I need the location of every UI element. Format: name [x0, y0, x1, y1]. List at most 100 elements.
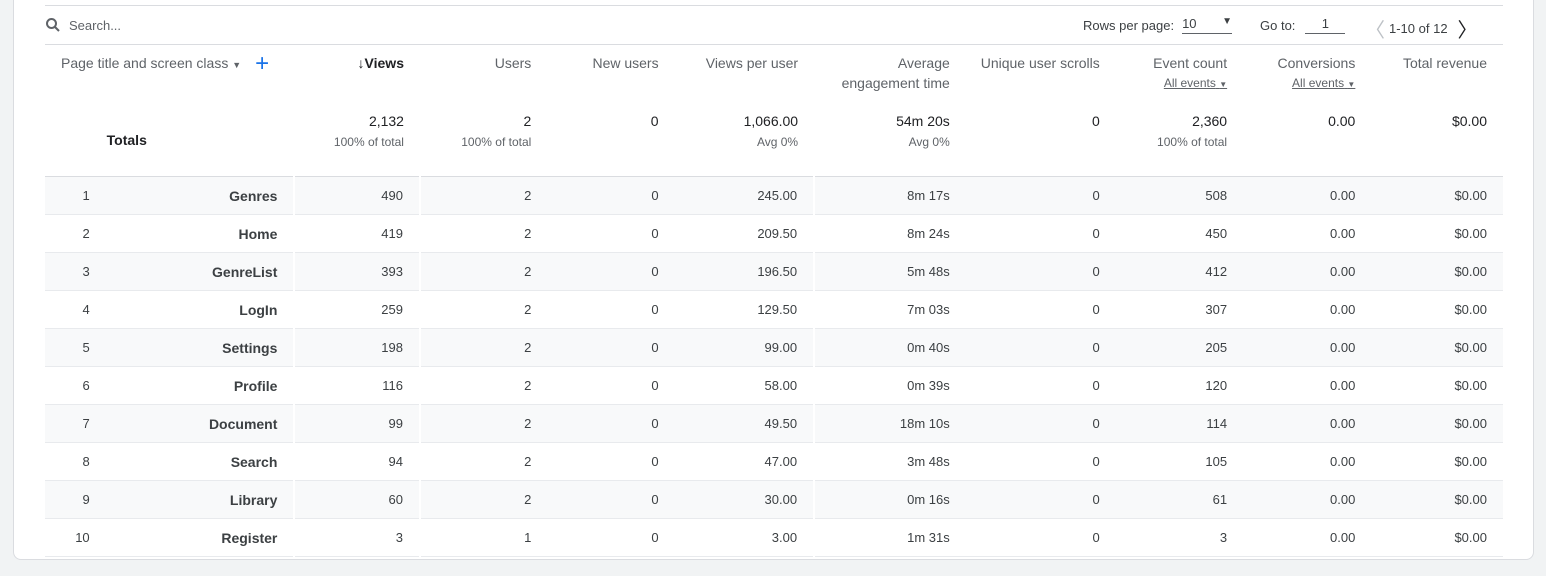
chevron-left-icon[interactable]: 〈 — [1365, 14, 1385, 43]
avg-engagement-label-2: engagement time — [841, 75, 950, 91]
total-avg-value: 54m 20s — [896, 113, 950, 129]
row-number-cell: 3 — [45, 252, 106, 291]
page-title-cell[interactable]: LogIn — [105, 290, 295, 329]
conversions-cell: 0.00 — [1243, 328, 1372, 367]
row-number-cell: 8 — [45, 442, 106, 481]
revenue-cell: $0.00 — [1371, 404, 1503, 443]
sort-down-icon: ↓ — [357, 55, 365, 71]
totals-row: Totals 2,132 100% of total 2 100% of total… — [45, 105, 1503, 177]
revenue-cell: $0.00 — [1371, 442, 1503, 481]
chevron-right-icon[interactable]: 〉 — [1458, 14, 1478, 43]
search-input[interactable]: Search... — [69, 18, 121, 33]
page-title-cell[interactable]: Register — [105, 518, 295, 557]
rows-per-page: Rows per page: 10 ▼ — [1083, 16, 1233, 34]
new-users-cell: 0 — [547, 214, 675, 253]
conversions-cell: 0.00 — [1243, 480, 1372, 519]
scrolls-cell: 0 — [965, 480, 1116, 519]
new-users-cell: 0 — [547, 366, 675, 405]
new-users-cell: 0 — [547, 328, 675, 367]
go-to-input[interactable]: 1 — [1305, 16, 1346, 34]
event-filter-label: All events — [1163, 76, 1216, 90]
revenue-header[interactable]: Total revenue — [1371, 45, 1503, 105]
row-number-cell: 7 — [45, 404, 106, 443]
table-row[interactable]: 10 Register 3 1 0 3.00 1m 31s 0 3 0.00 $0.00 — [45, 518, 1503, 557]
event-count-cell: 205 — [1115, 328, 1244, 367]
pagination: 〈 1-10 of 12 〉 — [1365, 14, 1478, 43]
event-count-cell: 307 — [1115, 290, 1244, 329]
views-cell: 259 — [293, 290, 420, 329]
conversions-cell: 0.00 — [1243, 404, 1372, 443]
revenue-cell: $0.00 — [1371, 480, 1503, 519]
event-count-cell: 450 — [1115, 214, 1244, 253]
conversions-cell: 0.00 — [1243, 442, 1372, 481]
table-row[interactable]: 5 Settings 198 2 0 99.00 0m 40s 0 205 0.00 $0.00 — [45, 328, 1503, 367]
page-title-cell[interactable]: Document — [105, 404, 295, 443]
conversions-cell: 0.00 — [1243, 176, 1372, 215]
table-row[interactable]: 6 Profile 116 2 0 58.00 0m 39s 0 120 0.00 $0.00 — [45, 366, 1503, 405]
views-per-user-cell: 99.00 — [674, 328, 815, 367]
conversions-filter-label: All events — [1292, 76, 1345, 90]
users-header[interactable]: Users — [420, 45, 547, 105]
users-cell: 2 — [418, 404, 548, 443]
total-vpu-sub: Avg 0% — [756, 135, 799, 149]
page-title-cell[interactable]: Search — [105, 442, 295, 481]
users-cell: 2 — [418, 328, 548, 367]
avg-engagement-cell: 8m 17s — [813, 176, 966, 215]
users-cell: 2 — [418, 442, 548, 481]
conversions-filter[interactable]: All events ▼ — [1243, 73, 1355, 95]
dimension-header[interactable]: Page title and screen class ▼ + — [45, 45, 294, 105]
views-cell: 198 — [293, 328, 420, 367]
revenue-cell: $0.00 — [1371, 252, 1503, 291]
views-cell: 393 — [293, 252, 420, 291]
table-row[interactable]: 3 GenreList 393 2 0 196.50 5m 48s 0 412 0.00 $0.00 — [45, 252, 1503, 291]
avg-engagement-header[interactable]: Average engagement time — [814, 45, 966, 105]
revenue-cell: $0.00 — [1371, 290, 1503, 329]
event-filter[interactable]: All events ▼ — [1116, 73, 1227, 95]
row-number-cell: 2 — [45, 214, 106, 253]
page-title-cell[interactable]: Profile — [105, 366, 295, 405]
views-per-user-cell: 30.00 — [674, 480, 815, 519]
rows-per-page-select[interactable]: 10 ▼ — [1182, 16, 1233, 34]
users-cell: 1 — [418, 518, 548, 557]
new-users-cell: 0 — [547, 290, 675, 329]
add-dimension-icon[interactable]: + — [255, 50, 269, 77]
scrolls-header[interactable]: Unique user scrolls — [966, 45, 1116, 105]
event-count-cell: 508 — [1115, 176, 1244, 215]
new-users-cell: 0 — [547, 518, 675, 557]
page-title-cell[interactable]: Home — [105, 214, 295, 253]
avg-engagement-cell: 0m 39s — [813, 366, 966, 405]
page-range: 1-10 of 12 — [1389, 21, 1448, 36]
table-row[interactable]: 8 Search 94 2 0 47.00 3m 48s 0 105 0.00 $0.00 — [45, 442, 1503, 481]
page-title-cell[interactable]: Settings — [105, 328, 295, 367]
event-count-header[interactable]: Event count All events ▼ — [1116, 45, 1243, 105]
table-row[interactable]: 4 LogIn 259 2 0 129.50 7m 03s 0 307 0.00 $0.00 — [45, 290, 1503, 329]
views-per-user-header[interactable]: Views per user — [675, 45, 814, 105]
rows-per-page-label: Rows per page: — [1083, 17, 1175, 33]
views-cell: 419 — [293, 214, 420, 253]
new-users-header[interactable]: New users — [547, 45, 674, 105]
search-box[interactable]: Search... — [45, 17, 121, 33]
avg-engagement-cell: 8m 24s — [813, 214, 966, 253]
table-row[interactable]: 7 Document 99 2 0 49.50 18m 10s 0 114 0.00 $0.00 — [45, 404, 1503, 443]
total-avg-sub: Avg 0% — [908, 135, 950, 149]
views-header[interactable]: ↓Views — [294, 45, 420, 105]
conversions-header[interactable]: Conversions All events ▼ — [1243, 45, 1371, 105]
event-count-cell: 412 — [1115, 252, 1244, 291]
revenue-cell: $0.00 — [1371, 518, 1503, 557]
totals-label: Totals — [105, 105, 295, 177]
conversions-cell: 0.00 — [1243, 214, 1372, 253]
conversions-cell: 0.00 — [1243, 252, 1372, 291]
total-views-value: 2,132 — [368, 113, 404, 129]
total-avg: 54m 20s Avg 0% — [814, 105, 966, 177]
table-row[interactable]: 9 Library 60 2 0 30.00 0m 16s 0 61 0.00 $0.00 — [45, 480, 1503, 519]
total-revenue: $0.00 — [1371, 105, 1503, 177]
table-row[interactable]: 2 Home 419 2 0 209.50 8m 24s 0 450 0.00 $0.00 — [45, 214, 1503, 253]
views-per-user-cell: 129.50 — [674, 290, 815, 329]
views-cell: 490 — [293, 176, 420, 215]
event-count-label: Event count — [1153, 55, 1228, 71]
page-title-cell[interactable]: Library — [105, 480, 295, 519]
page-title-cell[interactable]: GenreList — [105, 252, 295, 291]
scrolls-cell: 0 — [965, 252, 1116, 291]
table-row[interactable]: 1 Genres 490 2 0 245.00 8m 17s 0 508 0.00 $0.00 — [45, 176, 1503, 215]
page-title-cell[interactable]: Genres — [105, 176, 295, 215]
